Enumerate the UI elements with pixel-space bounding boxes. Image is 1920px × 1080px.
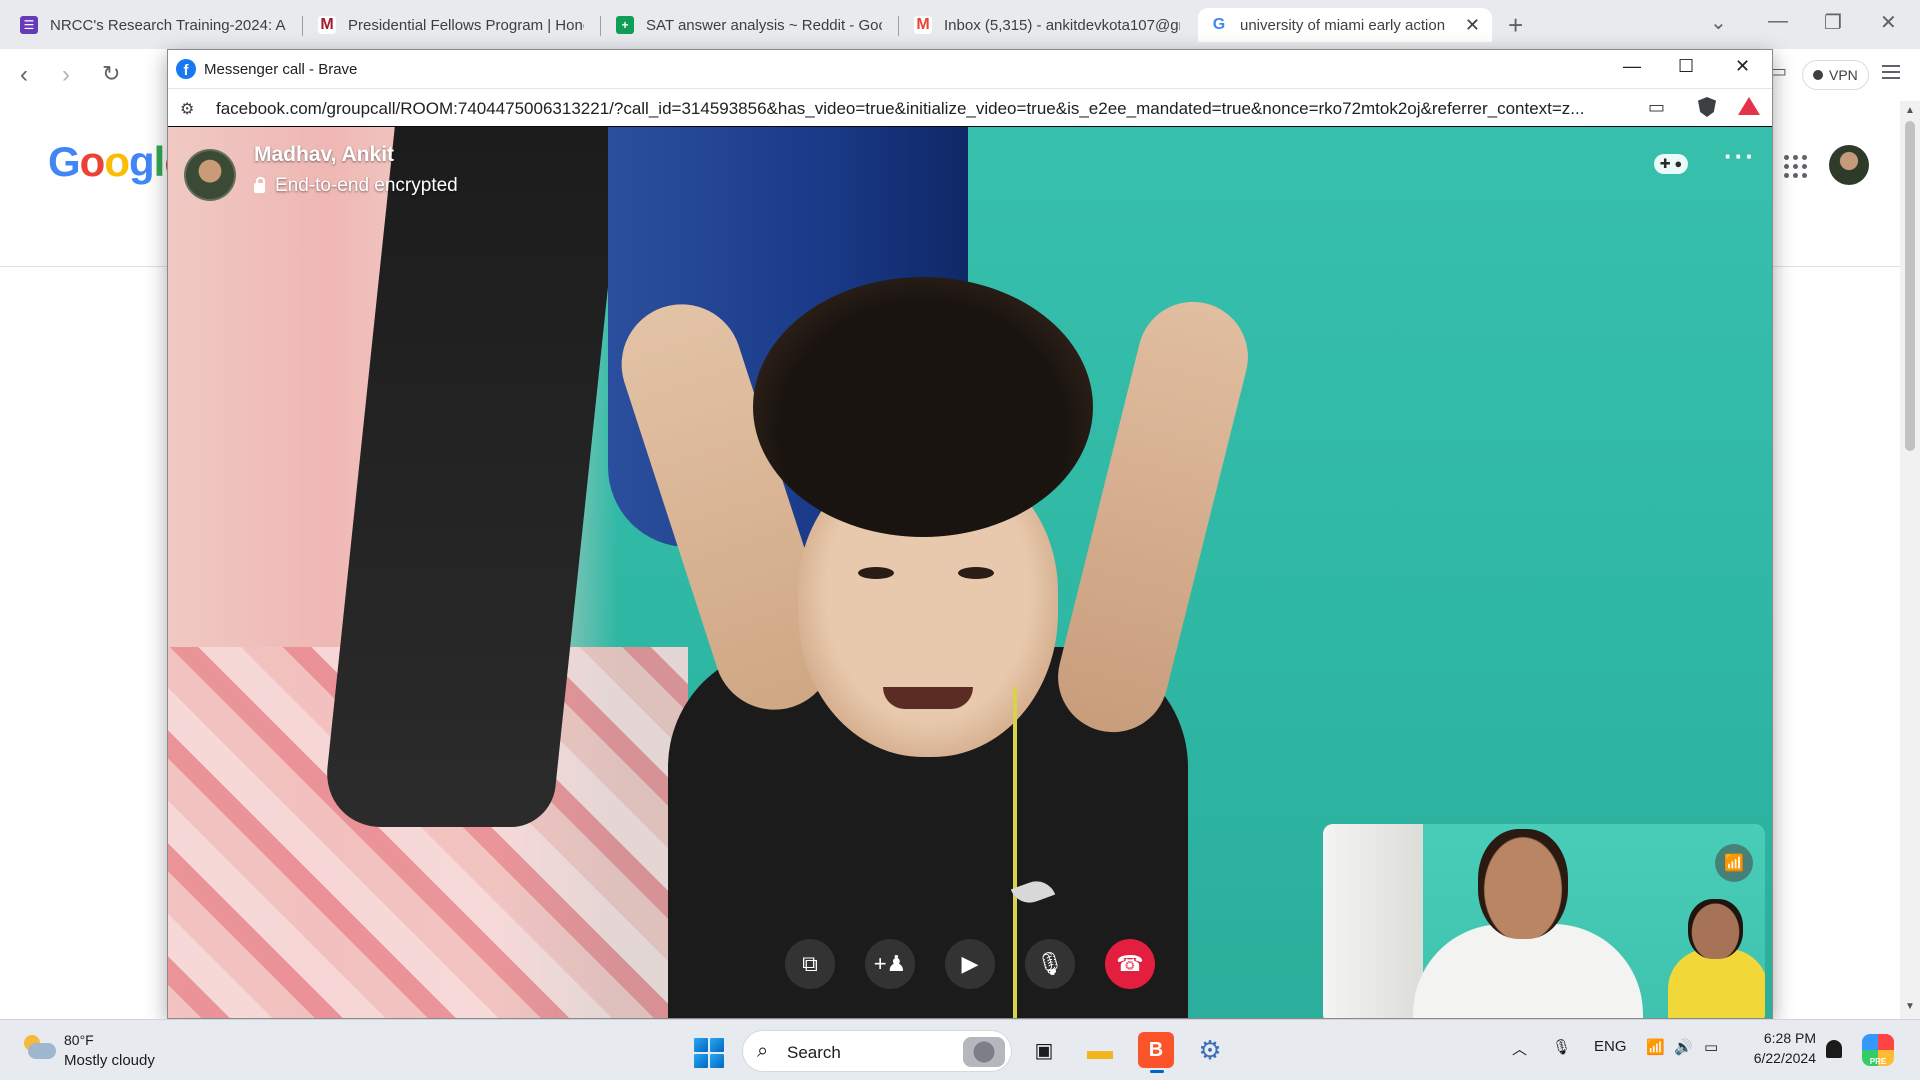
browser-tab-bar: ☰ NRCC's Research Training-2024: App M P… — [0, 0, 1920, 49]
camera-toggle-button[interactable]: ▶ — [945, 939, 995, 989]
pip-person-secondary — [1668, 899, 1765, 1018]
google-logo[interactable]: Google — [48, 138, 188, 186]
new-tab-button[interactable]: + — [1508, 10, 1523, 41]
search-label: Search — [787, 1043, 841, 1062]
close-window-button[interactable]: ✕ — [1880, 10, 1897, 35]
popup-title-bar: f Messenger call - Brave — ☐ ✕ — [168, 50, 1772, 88]
settings-gear-icon[interactable]: ⚙ — [1192, 1032, 1228, 1068]
games-button[interactable]: ✚ ● — [1654, 149, 1688, 179]
vpn-button[interactable]: VPN — [1802, 60, 1869, 90]
windows-taskbar: 80°F Mostly cloudy ⌕ Search ▣ ▬ B ⚙ ︿ 🎙 … — [0, 1019, 1920, 1080]
call-participants-name: Madhav, Ankit — [254, 143, 395, 166]
tab-separator — [302, 16, 303, 36]
video-person-eye — [958, 567, 994, 579]
search-highlight-icon — [963, 1037, 1005, 1067]
taskbar-search[interactable]: ⌕ Search — [742, 1030, 1012, 1072]
scroll-down-icon[interactable]: ▼ — [1905, 1001, 1915, 1012]
copilot-icon[interactable]: PRE — [1862, 1034, 1894, 1066]
site-settings-icon[interactable]: ⚙ — [180, 99, 194, 119]
tab-university-of-miami[interactable]: G university of miami early action ✕ — [1198, 8, 1492, 42]
pip-person-head — [1478, 829, 1568, 939]
google-apps-icon[interactable] — [1784, 155, 1807, 178]
url-text[interactable]: facebook.com/groupcall/ROOM:740447500631… — [216, 99, 1626, 119]
tab-search-icon[interactable]: ⌄ — [1710, 10, 1727, 35]
add-person-button[interactable]: +♟ — [865, 939, 915, 989]
volume-icon[interactable]: 🔊 — [1674, 1038, 1693, 1056]
file-explorer-icon[interactable]: ▬ — [1082, 1032, 1118, 1068]
wifi-icon[interactable]: 📶 — [1646, 1038, 1665, 1056]
tab-nrcc-research[interactable]: ☰ NRCC's Research Training-2024: App — [8, 8, 298, 42]
google-account-avatar[interactable] — [1829, 145, 1869, 185]
encryption-status: End-to-end encrypted — [254, 175, 458, 197]
brave-rewards-icon[interactable] — [1738, 97, 1760, 115]
start-button[interactable] — [694, 1038, 724, 1068]
battery-icon[interactable]: ▭ — [1704, 1038, 1718, 1056]
self-view-video[interactable]: 📶 — [1323, 824, 1765, 1018]
brave-shield-icon[interactable] — [1698, 97, 1716, 117]
reload-icon[interactable]: ↻ — [102, 61, 120, 87]
weather-description[interactable]: Mostly cloudy — [64, 1052, 155, 1069]
forward-arrow-icon[interactable]: › — [62, 61, 70, 89]
add-person-icon: +♟ — [873, 951, 907, 976]
video-person-hair — [753, 277, 1093, 537]
vpn-status-icon — [1813, 70, 1823, 80]
m-logo-icon: M — [318, 16, 336, 34]
main-video-feed: Madhav, Ankit End-to-end encrypted ✚ ● ·… — [168, 127, 1772, 1018]
tab-presidential-fellows[interactable]: M Presidential Fellows Program | Hono — [306, 8, 596, 42]
end-call-icon: ☎ — [1116, 951, 1144, 976]
more-options-icon[interactable]: ··· — [1724, 141, 1756, 171]
facebook-icon: f — [176, 59, 196, 79]
lock-icon — [254, 177, 265, 193]
close-tab-icon[interactable]: ✕ — [1465, 15, 1480, 36]
back-arrow-icon[interactable]: ‹ — [20, 61, 28, 89]
video-person-eye — [858, 567, 894, 579]
brave-browser-icon[interactable]: B — [1138, 1032, 1174, 1073]
clock-time[interactable]: 6:28 PM — [1754, 1030, 1816, 1046]
show-hidden-icons-chevron[interactable]: ︿ — [1512, 1038, 1527, 1059]
end-call-button[interactable]: ☎ — [1105, 939, 1155, 989]
connection-signal-icon[interactable]: 📶 — [1715, 844, 1753, 882]
tab-sat-analysis[interactable]: + SAT answer analysis ~ Reddit - Goog — [604, 8, 894, 42]
restore-button[interactable]: ❐ — [1824, 10, 1842, 35]
sheets-icon: + — [616, 16, 634, 34]
window-title: Messenger call - Brave — [204, 60, 358, 78]
camera-permission-icon[interactable]: ▭ — [1648, 97, 1665, 118]
tab-separator — [898, 16, 899, 36]
tab-gmail-inbox[interactable]: M Inbox (5,315) - ankitdevkota107@gm — [902, 8, 1192, 42]
scroll-up-icon[interactable]: ▲ — [1905, 105, 1915, 116]
clock-date[interactable]: 6/22/2024 — [1740, 1050, 1816, 1066]
pip-person-body — [1668, 949, 1765, 1018]
hamburger-menu-icon[interactable] — [1882, 61, 1900, 83]
forms-icon: ☰ — [20, 16, 38, 34]
share-screen-icon: ⧉ — [802, 951, 818, 976]
page-scrollbar[interactable]: ▲ ▼ — [1900, 101, 1920, 1019]
weather-temperature[interactable]: 80°F — [64, 1032, 94, 1048]
messenger-call-window: f Messenger call - Brave — ☐ ✕ ⚙ faceboo… — [167, 49, 1773, 1019]
popup-minimize-button[interactable]: — — [1623, 56, 1641, 77]
tab-separator — [600, 16, 601, 36]
gmail-icon: M — [914, 16, 932, 34]
notification-bell-icon[interactable] — [1826, 1040, 1842, 1058]
language-indicator[interactable]: ENG — [1594, 1038, 1627, 1055]
share-screen-button[interactable]: ⧉ — [785, 939, 835, 989]
pip-person-main — [1403, 829, 1653, 1018]
popup-maximize-button[interactable]: ☐ — [1678, 56, 1694, 77]
microphone-toggle-button[interactable]: 🎙 — [1025, 939, 1075, 989]
minimize-button[interactable]: — — [1768, 10, 1788, 33]
task-view-icon[interactable]: ▣ — [1026, 1032, 1062, 1068]
popup-close-button[interactable]: ✕ — [1735, 56, 1750, 77]
pip-person-head — [1688, 899, 1743, 959]
weather-cloudy-icon[interactable] — [22, 1035, 56, 1061]
google-icon: G — [1210, 16, 1228, 34]
call-controls: ⧉ +♟ ▶ 🎙 ☎ — [785, 939, 1155, 989]
caller-avatar — [184, 149, 236, 201]
scrollbar-thumb[interactable] — [1905, 121, 1915, 451]
search-icon: ⌕ — [757, 1040, 769, 1062]
gamepad-icon: ✚ ● — [1654, 154, 1688, 174]
microphone-tray-icon[interactable]: 🎙 — [1552, 1038, 1571, 1056]
video-camera-icon: ▶ — [961, 951, 979, 976]
microphone-icon: 🎙 — [1036, 951, 1064, 976]
video-person-mouth — [883, 687, 973, 709]
popup-address-bar: ⚙ facebook.com/groupcall/ROOM:7404475006… — [168, 88, 1772, 126]
